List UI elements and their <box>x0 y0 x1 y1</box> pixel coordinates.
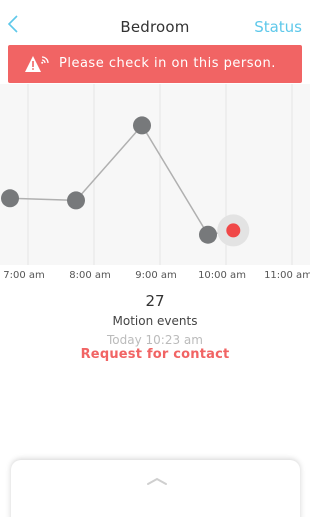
chevron-up-icon <box>147 477 167 485</box>
status-button[interactable]: Status <box>254 18 302 36</box>
alert-banner[interactable]: Please check in on this person. <box>8 45 302 83</box>
data-point[interactable] <box>199 225 217 244</box>
x-tick-label: 7:00 am <box>3 270 45 281</box>
chart-grid <box>27 84 293 265</box>
motion-chart: 7:00 am 8:00 am 9:00 am 10:00 am 11:00 am <box>1 84 310 281</box>
x-tick-label: 9:00 am <box>135 270 177 281</box>
motion-count-label: Motion events <box>112 314 198 328</box>
screen: Bedroom Status Please check in on this p… <box>0 0 310 517</box>
data-point[interactable] <box>133 116 151 135</box>
x-tick-label: 11:00 am <box>264 270 310 281</box>
motion-count: 27 <box>145 292 165 310</box>
alert-message: Please check in on this person. <box>59 56 276 71</box>
data-point[interactable] <box>1 189 19 208</box>
data-point[interactable] <box>67 191 85 210</box>
request-contact-button[interactable]: Request for contact <box>0 347 310 362</box>
series-line-segment <box>141 125 209 236</box>
chart-point-layer <box>1 116 250 247</box>
x-tick-label: 8:00 am <box>69 270 111 281</box>
warning-wifi-icon <box>25 56 49 72</box>
event-timestamp: Today 10:23 am <box>107 333 203 347</box>
x-axis-ticks: 7:00 am 8:00 am 9:00 am 10:00 am 11:00 am <box>3 270 310 281</box>
x-tick-label: 10:00 am <box>198 270 246 281</box>
current-data-point[interactable] <box>226 223 241 238</box>
bottom-drawer[interactable] <box>11 460 300 517</box>
navigation-bar: Bedroom Status <box>0 0 310 45</box>
series-line-segment <box>9 197 77 202</box>
series-line-segment <box>75 124 143 201</box>
chart-line-layer <box>9 124 234 236</box>
